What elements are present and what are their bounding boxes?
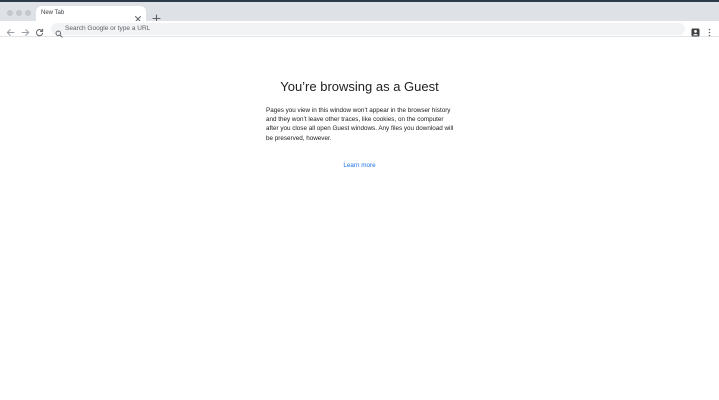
kebab-menu-icon[interactable] — [706, 24, 713, 37]
tab-strip: New Tab — [0, 2, 719, 23]
new-tab-plus-icon[interactable] — [152, 10, 161, 23]
forward-arrow-icon[interactable] — [21, 24, 30, 36]
reload-icon[interactable] — [35, 24, 44, 37]
omnibox[interactable]: Search Google or type a URL — [51, 23, 685, 38]
window-close-button[interactable] — [7, 10, 13, 16]
window-minimize-button[interactable] — [16, 10, 22, 16]
guest-profile-icon[interactable] — [691, 24, 700, 37]
close-icon[interactable] — [134, 10, 142, 22]
window-zoom-button[interactable] — [25, 10, 31, 16]
guest-description: Pages you view in this window won’t appe… — [266, 107, 454, 142]
page-title: You’re browsing as a Guest — [280, 79, 439, 94]
search-icon — [55, 25, 63, 38]
omnibox-placeholder[interactable]: Search Google or type a URL — [65, 24, 150, 34]
back-arrow-icon[interactable] — [6, 24, 15, 36]
learn-more-link[interactable]: Learn more — [0, 162, 719, 169]
browser-toolbar: Search Google or type a URL — [0, 21, 719, 38]
tab-title: New Tab — [41, 10, 65, 16]
guest-page-content: You’re browsing as a Guest Pages you vie… — [0, 38, 719, 400]
